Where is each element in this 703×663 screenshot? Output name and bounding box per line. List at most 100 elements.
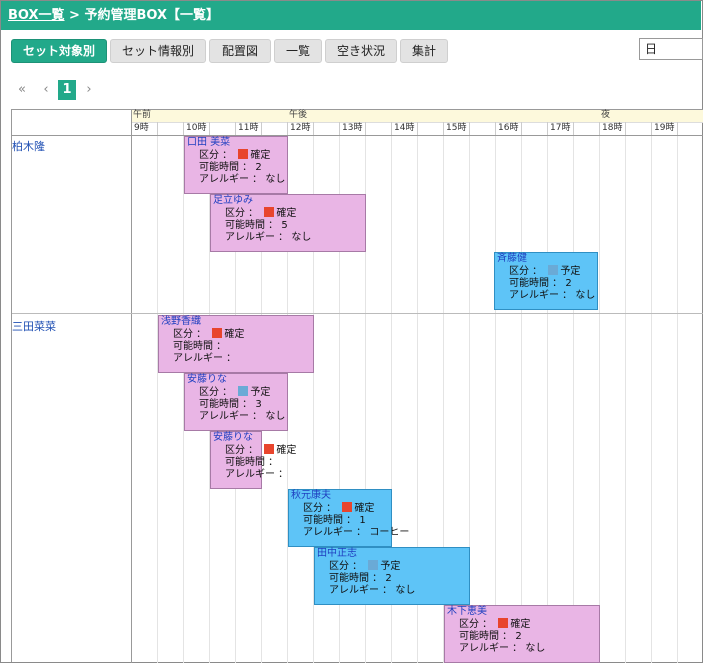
reservation-block[interactable]: 秋元康夫 区分 ： 確定 可能時間 ： 1 アレルギー ： コーヒー xyxy=(288,489,409,547)
schedule-grid: 午前 午後 夜 9時 10時 11時 12時 13時 14時 15時 16時 17時 18時 19時… xyxy=(11,109,703,663)
hours-value: 2 xyxy=(565,278,572,289)
status-value: 予定 xyxy=(560,266,581,277)
status-value: 確定 xyxy=(354,503,375,514)
reservation-name: 田中正志 xyxy=(317,548,357,559)
hours-line: 可能時間 ： xyxy=(159,341,313,353)
person-row-label[interactable]: 柏木隆 xyxy=(12,138,45,154)
hours-label: 可能時間 ： xyxy=(225,220,282,231)
allergy-value: なし xyxy=(265,174,286,185)
reservation-block[interactable]: 足立ゆみ 区分 ： 確定 可能時間 ： 5 アレルギー ： なし xyxy=(210,194,366,252)
hours-label: 可能時間 ： xyxy=(329,573,386,584)
person-row-label[interactable]: 三田菜菜 xyxy=(12,318,56,334)
allergy-value: なし xyxy=(395,585,416,596)
status-line: 区分 ： 予定 xyxy=(185,386,287,399)
page-header: BOX一覧 > 予約管理BOX【一覧】 xyxy=(1,1,701,30)
allergy-line: アレルギー ： xyxy=(159,353,313,365)
reservation-block[interactable]: 口田 美菜 区分 ： 確定 可能時間 ： 2 アレルギー ： なし xyxy=(184,136,288,194)
reservation-name: 斉藤健 xyxy=(497,253,527,264)
status-value: 確定 xyxy=(276,208,297,219)
tab-set-target[interactable]: セット対象別 xyxy=(11,39,107,63)
half-hour-cell xyxy=(625,122,651,135)
status-value: 確定 xyxy=(510,619,531,630)
hours-label: 可能時間 ： xyxy=(173,341,227,352)
tab-summary[interactable]: 集計 xyxy=(400,39,448,63)
reservation-block[interactable]: 田中正志 区分 ： 予定 可能時間 ： 2 アレルギー ： なし xyxy=(314,547,470,605)
hours-line: 可能時間 ： 1 xyxy=(289,515,391,527)
half-hour-cell xyxy=(469,122,495,135)
allergy-label: アレルギー ： xyxy=(225,469,289,480)
status-label: 区分 ： xyxy=(303,503,340,514)
half-hour-cell xyxy=(417,122,443,135)
reservation-block[interactable]: 安藤りな 区分 ： 確定 可能時間 ： アレルギー ： xyxy=(210,431,296,489)
allergy-label: アレルギー ： xyxy=(329,585,396,596)
grid-line xyxy=(547,135,548,663)
allergy-line: アレルギー ： xyxy=(211,469,288,481)
first-page-button[interactable]: « xyxy=(14,80,30,100)
reservation-name: 足立ゆみ xyxy=(213,195,253,206)
view-select-value: 日 xyxy=(645,42,658,56)
reservation-block[interactable]: 安藤りな 区分 ： 予定 可能時間 ： 3 アレルギー ： なし xyxy=(184,373,288,431)
hours-line: 可能時間 ： 2 xyxy=(445,631,599,643)
hour-label: 13時 xyxy=(339,122,365,135)
box-list-link[interactable]: BOX一覧 xyxy=(8,8,65,23)
status-line: 区分 ： 確定 xyxy=(159,328,313,341)
status-square-icon xyxy=(498,618,509,628)
reservation-block[interactable]: 斉藤健 区分 ： 予定 可能時間 ： 2 アレルギー ： なし xyxy=(494,252,598,310)
half-hour-cell xyxy=(677,122,703,135)
allergy-line: アレルギー ： なし xyxy=(211,232,365,244)
next-page-button[interactable]: › xyxy=(83,80,95,100)
status-label: 区分 ： xyxy=(329,561,366,572)
hour-label: 9時 xyxy=(131,122,157,135)
status-square-icon xyxy=(238,149,249,159)
hours-label: 可能時間 ： xyxy=(199,162,256,173)
hour-label: 18時 xyxy=(599,122,625,135)
half-hour-cell xyxy=(573,122,599,135)
tab-set-info[interactable]: セット情報別 xyxy=(110,39,206,63)
status-square-icon xyxy=(342,502,353,512)
status-square-icon xyxy=(548,265,559,275)
hour-label: 12時 xyxy=(287,122,313,135)
view-select[interactable]: 日 xyxy=(639,38,703,60)
hours-value: 2 xyxy=(385,573,392,584)
name-column-divider xyxy=(131,110,132,663)
hour-label: 17時 xyxy=(547,122,573,135)
status-square-icon xyxy=(368,560,379,570)
period-pm: 午後 xyxy=(289,110,308,120)
hours-label: 可能時間 ： xyxy=(303,515,360,526)
status-label: 区分 ： xyxy=(509,266,546,277)
allergy-line: アレルギー ： なし xyxy=(315,585,469,597)
allergy-value: なし xyxy=(291,232,312,243)
hour-label: 19時 xyxy=(651,122,677,135)
grid-line xyxy=(157,135,158,663)
grid-line xyxy=(599,135,600,663)
hours-label: 可能時間 ： xyxy=(459,631,516,642)
allergy-value: なし xyxy=(265,411,286,422)
hours-value: 5 xyxy=(281,220,288,231)
page-title: 予約管理BOX【一覧】 xyxy=(84,8,220,23)
tab-availability[interactable]: 空き状況 xyxy=(325,39,397,63)
allergy-line: アレルギー ： なし xyxy=(495,290,597,302)
grid-line xyxy=(521,135,522,663)
row-divider xyxy=(12,313,703,314)
status-label: 区分 ： xyxy=(173,329,210,340)
period-am: 午前 xyxy=(133,110,152,120)
allergy-line: アレルギー ： なし xyxy=(185,411,287,423)
reservation-name: 浅野香織 xyxy=(161,316,201,327)
allergy-value: コーヒー xyxy=(369,527,410,538)
hours-line: 可能時間 ： 5 xyxy=(211,220,365,232)
hours-value: 2 xyxy=(255,162,262,173)
grid-line xyxy=(495,135,496,663)
tab-layout[interactable]: 配置図 xyxy=(209,39,271,63)
reservation-block[interactable]: 木下恵美 区分 ： 確定 可能時間 ： 2 アレルギー ： なし xyxy=(444,605,600,663)
hours-label: 可能時間 ： xyxy=(225,457,279,468)
prev-page-button[interactable]: ‹ xyxy=(40,80,52,100)
status-square-icon xyxy=(238,386,249,396)
allergy-line: アレルギー ： なし xyxy=(445,643,599,655)
hours-value: 2 xyxy=(515,631,522,642)
hour-label: 15時 xyxy=(443,122,469,135)
reservation-block[interactable]: 浅野香織 区分 ： 確定 可能時間 ： アレルギー ： xyxy=(158,315,314,373)
tab-list[interactable]: 一覧 xyxy=(274,39,322,63)
current-page-button[interactable]: 1 xyxy=(58,80,76,100)
hour-label: 11時 xyxy=(235,122,261,135)
period-night: 夜 xyxy=(601,110,611,120)
